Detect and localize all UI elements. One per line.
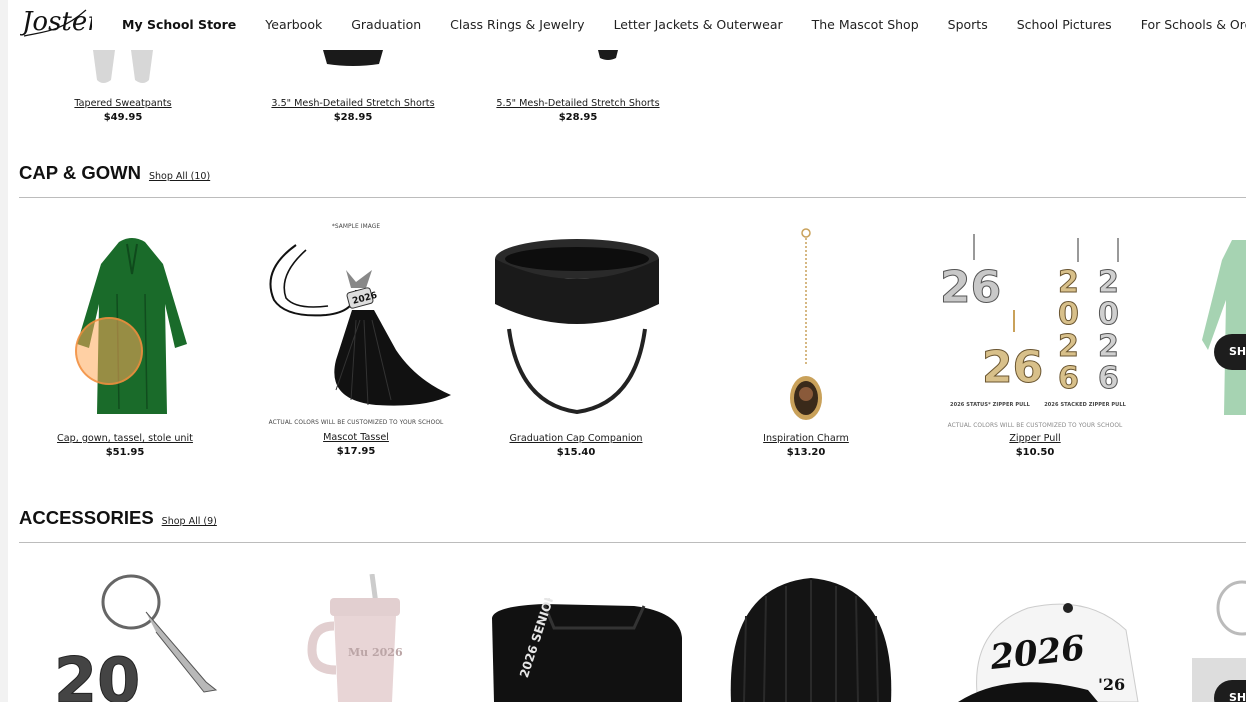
- svg-text:0: 0: [1058, 297, 1079, 332]
- zipper-status-label: 2026 STATUS* ZIPPER PULL: [950, 402, 1030, 408]
- nav-my-school-store[interactable]: My School Store: [122, 17, 236, 32]
- product-caption: Graduation Cap Companion $15.40: [486, 433, 666, 458]
- product-link[interactable]: 3.5" Mesh-Detailed Stretch Shorts: [263, 98, 443, 109]
- section-heading: CAP & GOWN: [19, 162, 141, 183]
- product-caption: Zipper Pull $10.50: [930, 433, 1140, 458]
- svg-text:2: 2: [1098, 329, 1119, 364]
- nav-school-pictures[interactable]: School Pictures: [1017, 17, 1112, 32]
- product-caption: Mascot Tassel $17.95: [256, 432, 456, 457]
- svg-text:0: 0: [1098, 297, 1119, 332]
- section-title-accessories: ACCESSORIES Shop All (9): [19, 507, 217, 529]
- zipper-stacked-label: 2026 STACKED ZIPPER PULL: [1044, 402, 1126, 408]
- nav-sports[interactable]: Sports: [948, 17, 988, 32]
- product-price: $28.95: [333, 112, 373, 123]
- svg-text:6: 6: [1058, 361, 1079, 396]
- color-customization-note: ACTUAL COLORS WILL BE CUSTOMIZED TO YOUR…: [268, 418, 444, 426]
- product-caption: Inspiration Charm $13.20: [746, 433, 866, 458]
- product-price: $15.40: [556, 447, 596, 458]
- nav-graduation[interactable]: Graduation: [351, 17, 421, 32]
- svg-text:2: 2: [1058, 329, 1079, 364]
- nav-class-rings-jewelry[interactable]: Class Rings & Jewelry: [450, 17, 584, 32]
- shop-all-accessories-link[interactable]: Shop All (9): [162, 516, 217, 527]
- shorts-image: [598, 50, 618, 60]
- product-tile-zipper-pull[interactable]: 26 26 2026 2026 2026 STATUS* ZIPPER PULL…: [930, 232, 1140, 464]
- product-link[interactable]: Mascot Tassel: [256, 432, 456, 443]
- product-link[interactable]: Tapered Sweatpants: [68, 98, 178, 109]
- duffel-bag-image: 2026 SENIOR: [492, 598, 682, 702]
- product-caption: Cap, gown, tassel, stole unit $51.95: [46, 433, 204, 458]
- shorts-image: [323, 50, 383, 66]
- product-tile-inspiration-charm[interactable]: Inspiration Charm $13.20: [746, 226, 866, 464]
- cap-side-print: '26: [1098, 675, 1125, 694]
- sample-image-note: *SAMPLE IMAGE: [331, 222, 381, 230]
- product-price: $28.95: [558, 112, 598, 123]
- zipper-pull-labels: 2026 STATUS* ZIPPER PULL 2026 STACKED ZI…: [930, 402, 1140, 408]
- product-tile-mesh-shorts-35[interactable]: 3.5" Mesh-Detailed Stretch Shorts $28.95: [263, 50, 443, 123]
- svg-text:2: 2: [1058, 265, 1079, 300]
- sweatpants-image: [93, 50, 153, 83]
- headband-image: [494, 239, 659, 415]
- jostens-logo[interactable]: Jostens: [20, 2, 92, 42]
- zipper-pull-number-gold: 26: [982, 342, 1043, 393]
- zipper-pull-image: 26 26 2026 2026: [940, 234, 1119, 397]
- keychain-number: 20: [54, 644, 140, 702]
- charm-image: [790, 228, 822, 420]
- product-link[interactable]: Cap, gown, tassel, stole unit: [46, 433, 204, 444]
- svg-text:6: 6: [1098, 361, 1119, 396]
- page: Jostens My School Store Yearbook Graduat…: [8, 0, 1246, 702]
- section-heading: ACCESSORIES: [19, 507, 154, 528]
- tassel-image: 2026: [269, 244, 451, 406]
- product-link[interactable]: Graduation Cap Companion: [486, 433, 666, 444]
- cursor-highlight: [75, 317, 143, 385]
- keychain-image: 20: [54, 574, 218, 702]
- product-price: $17.95: [336, 446, 376, 457]
- svg-text:2: 2: [1098, 265, 1119, 300]
- baseball-cap-image: 2026 '26: [958, 603, 1139, 702]
- product-price: $49.95: [103, 112, 143, 123]
- product-tile-mesh-shorts-55[interactable]: 5.5" Mesh-Detailed Stretch Shorts $28.95: [488, 50, 668, 123]
- section-divider: [19, 542, 1246, 543]
- main-nav: My School Store Yearbook Graduation Clas…: [122, 17, 1246, 32]
- nav-yearbook[interactable]: Yearbook: [265, 17, 322, 32]
- beanie-image: [730, 578, 892, 702]
- tumbler-image: Mu 2026: [307, 574, 403, 702]
- partial-product-image: [1202, 240, 1246, 415]
- product-tile-tapered-sweatpants[interactable]: Tapered Sweatpants $49.95: [68, 50, 178, 123]
- color-customization-note: ACTUAL COLORS WILL BE CUSTOMIZED TO YOUR…: [947, 421, 1123, 429]
- carousel-next-button[interactable]: SH: [1214, 334, 1246, 370]
- product-price: $10.50: [1015, 447, 1055, 458]
- zipper-pull-number-silver: 26: [940, 262, 1001, 313]
- nav-for-schools-organizations[interactable]: For Schools & Organizations: [1141, 17, 1246, 32]
- product-price: $13.20: [786, 447, 826, 458]
- product-tile-mascot-tassel[interactable]: *SAMPLE IMAGE 2026 ACTUAL COLORS WILL BE…: [256, 222, 456, 464]
- nav-mascot-shop[interactable]: The Mascot Shop: [812, 17, 919, 32]
- nav-letter-jackets-outerwear[interactable]: Letter Jackets & Outerwear: [614, 17, 783, 32]
- product-link[interactable]: 5.5" Mesh-Detailed Stretch Shorts: [488, 98, 668, 109]
- product-price: $51.95: [105, 447, 145, 458]
- product-tile-graduation-cap-companion[interactable]: Graduation Cap Companion $15.40: [486, 234, 666, 464]
- brand-text: Jostens: [20, 7, 92, 37]
- tumbler-print: Mu 2026: [348, 646, 403, 659]
- section-divider: [19, 197, 1246, 198]
- product-link[interactable]: Zipper Pull: [930, 433, 1140, 444]
- product-link[interactable]: Inspiration Charm: [746, 433, 866, 444]
- section-title-cap-gown: CAP & GOWN Shop All (10): [19, 162, 210, 184]
- shop-all-cap-gown-link[interactable]: Shop All (10): [149, 171, 210, 182]
- top-navigation: Jostens My School Store Yearbook Graduat…: [8, 0, 1246, 50]
